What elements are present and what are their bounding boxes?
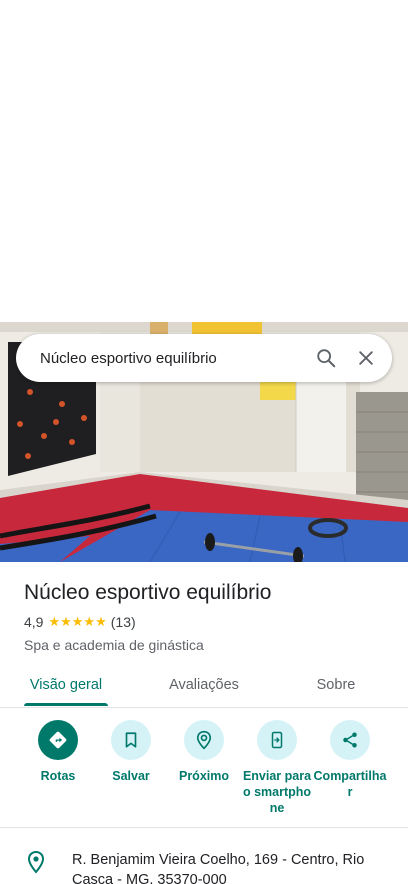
search-icon[interactable] <box>306 338 346 378</box>
directions-button[interactable]: Rotas <box>21 720 95 784</box>
review-count: (13) <box>110 614 136 630</box>
active-tab-indicator <box>24 703 108 706</box>
nearby-icon <box>184 720 224 760</box>
share-label: Compartilhar <box>313 769 387 799</box>
place-title: Núcleo esportivo equilíbrio <box>24 581 272 604</box>
tab-bar: Visão geral Avaliações Sobre <box>0 664 408 708</box>
close-icon[interactable] <box>346 338 386 378</box>
action-buttons: Rotas Salvar Próximo Enviar para o smart… <box>0 720 408 820</box>
share-icon <box>330 720 370 760</box>
rating-row[interactable]: 4,9 ★★★★★ (13) <box>24 612 394 632</box>
nearby-button[interactable]: Próximo <box>167 720 241 784</box>
search-bar[interactable]: Núcleo esportivo equilíbrio <box>16 334 392 382</box>
search-input[interactable]: Núcleo esportivo equilíbrio <box>40 350 306 367</box>
send-to-phone-label: Enviar para o smartphone <box>242 769 312 815</box>
send-to-phone-button[interactable]: Enviar para o smartphone <box>240 720 314 816</box>
rating-value: 4,9 <box>24 614 44 630</box>
section-divider <box>0 827 408 828</box>
send-to-phone-icon <box>257 720 297 760</box>
place-info: Núcleo esportivo equilíbrio 4,9 ★★★★★ (1… <box>24 578 394 653</box>
address-row[interactable]: R. Benjamim Vieira Coelho, 169 - Centro,… <box>24 850 394 884</box>
tab-reviews[interactable]: Avaliações <box>154 664 254 706</box>
save-button[interactable]: Salvar <box>94 720 168 784</box>
place-category[interactable]: Spa e academia de ginástica <box>24 637 394 653</box>
bookmark-icon <box>111 720 151 760</box>
address-text: R. Benjamim Vieira Coelho, 169 - Centro,… <box>72 852 365 884</box>
nearby-label: Próximo <box>178 769 229 783</box>
share-button[interactable]: Compartilhar <box>313 720 387 800</box>
tab-overview[interactable]: Visão geral <box>24 664 108 706</box>
directions-icon <box>38 720 78 760</box>
star-rating-icon: ★★★★★ <box>48 614 107 629</box>
save-label: Salvar <box>112 769 150 783</box>
directions-label: Rotas <box>40 769 76 783</box>
location-pin-icon <box>24 850 48 874</box>
tab-about[interactable]: Sobre <box>300 664 372 706</box>
